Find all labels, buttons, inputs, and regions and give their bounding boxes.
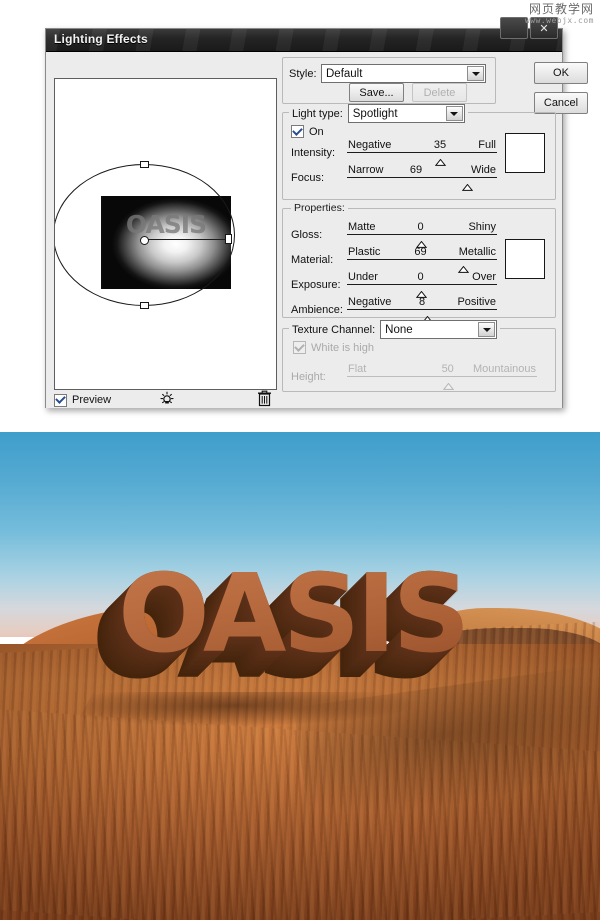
focus-min-label: Narrow: [348, 164, 384, 176]
focus-thumb[interactable]: [461, 178, 474, 196]
height-label: Height:: [291, 371, 326, 383]
gloss-label: Gloss:: [291, 229, 323, 241]
watermark: 网页教学网 www.webjx.com: [525, 2, 594, 26]
delete-style-button: Delete: [412, 83, 467, 102]
white-is-high-checkbox: [293, 341, 306, 354]
style-label: Style:: [289, 67, 317, 80]
intensity-value: 35: [433, 139, 447, 151]
top-handle[interactable]: [140, 161, 149, 168]
light-type-select[interactable]: Spotlight: [347, 104, 465, 123]
height-value: 50: [441, 363, 454, 375]
focus-label: Focus:: [291, 172, 325, 184]
focus-value: 69: [409, 164, 423, 176]
oasis-ground-shadow: [74, 692, 424, 726]
intensity-slider[interactable]: Negative 35 Full: [347, 139, 497, 166]
exposure-slider[interactable]: Under 0 Over: [347, 271, 497, 298]
light-type-value: Spotlight: [352, 107, 398, 120]
material-min-label: Plastic: [348, 246, 381, 258]
trash-icon[interactable]: [257, 390, 272, 412]
ambience-label: Ambience:: [291, 304, 343, 316]
ambience-min-label: Negative: [348, 296, 392, 308]
ambience-value: 8: [418, 296, 426, 308]
style-group: Style: Default Save... Delete: [282, 57, 496, 104]
oasis-3d-text: OASIS OASIS: [74, 560, 470, 726]
focus-track: [347, 177, 497, 178]
dialog-title: Lighting Effects: [54, 32, 148, 46]
right-handle[interactable]: [225, 234, 232, 244]
chevron-down-icon[interactable]: [445, 106, 463, 121]
exposure-max-label: Over: [472, 271, 496, 283]
light-color-swatch[interactable]: [505, 133, 545, 173]
height-min-label: Flat: [348, 363, 367, 375]
gloss-value: 0: [417, 221, 424, 233]
dialog-body: OASIS Preview Style: Default Save... Del…: [46, 52, 588, 408]
material-label: Material:: [291, 254, 334, 266]
gloss-max-label: Shiny: [468, 221, 496, 233]
screenshot-root: 网页教学网 www.webjx.com Lighting Effects ✕ O…: [0, 0, 600, 920]
chevron-down-icon[interactable]: [467, 66, 484, 81]
exposure-value: 0: [417, 271, 424, 283]
chevron-down-icon[interactable]: [478, 322, 496, 337]
light-on-checkbox[interactable]: [291, 125, 304, 138]
style-select-value: Default: [326, 67, 363, 80]
exposure-min-label: Under: [348, 271, 378, 283]
ambience-max-label: Positive: [457, 296, 496, 308]
focus-max-label: Wide: [470, 164, 496, 176]
desert-photo: OASIS OASIS: [0, 432, 600, 920]
ok-button[interactable]: OK: [534, 62, 588, 84]
material-value: 69: [414, 246, 427, 258]
intensity-track: [347, 152, 497, 153]
dialog-titlebar[interactable]: Lighting Effects ✕: [46, 17, 562, 52]
lighting-effects-dialog: Lighting Effects ✕ OASIS Preview Style: …: [45, 17, 588, 408]
light-type-label: Light type:: [292, 107, 343, 120]
center-handle[interactable]: [140, 236, 149, 245]
gloss-min-label: Matte: [348, 221, 376, 233]
oasis-text-front: OASIS: [118, 552, 470, 677]
light-axis-line: [143, 239, 228, 240]
restore-button[interactable]: [500, 17, 528, 39]
material-track: [347, 259, 497, 260]
height-max-label: Mountainous: [473, 363, 536, 375]
material-slider[interactable]: Plastic 69 Metallic: [347, 246, 497, 273]
properties-group: Properties: Gloss: Matte 0 Shiny Materia…: [282, 202, 556, 323]
light-on-label: On: [309, 125, 324, 138]
preview-canvas[interactable]: OASIS: [54, 78, 277, 390]
preview-bottom-bar: Preview: [54, 390, 275, 408]
light-ellipse[interactable]: [55, 164, 235, 306]
gloss-slider[interactable]: Matte 0 Shiny: [347, 221, 497, 248]
intensity-max-label: Full: [478, 139, 496, 151]
intensity-label: Intensity:: [291, 147, 336, 159]
watermark-cn-text: 网页教学网: [528, 2, 594, 16]
preview-label: Preview: [72, 394, 112, 406]
material-max-label: Metallic: [458, 246, 496, 258]
texture-channel-select[interactable]: None: [380, 320, 498, 339]
texture-channel-label: Texture Channel:: [292, 323, 376, 336]
ambience-slider[interactable]: Negative 8 Positive: [347, 296, 497, 323]
properties-label: Properties:: [291, 202, 348, 214]
height-slider: Flat 50 Mountainous: [347, 363, 537, 390]
settings-column: Style: Default Save... Delete OK Cancel: [282, 57, 588, 398]
lightbulb-icon[interactable]: [159, 391, 175, 412]
save-style-button[interactable]: Save...: [349, 83, 404, 102]
style-select[interactable]: Default: [321, 64, 486, 83]
focus-slider[interactable]: Narrow 69 Wide: [347, 164, 497, 191]
texture-channel-group: Texture Channel: None White is high Heig…: [282, 320, 556, 392]
intensity-min-label: Negative: [348, 139, 392, 151]
watermark-url-text: www.webjx.com: [524, 16, 594, 25]
bottom-handle[interactable]: [140, 302, 149, 309]
dialog-actions: OK Cancel: [534, 62, 588, 114]
preview-checkbox[interactable]: [54, 393, 67, 407]
texture-channel-value: None: [385, 323, 413, 336]
white-is-high-label: White is high: [311, 341, 374, 354]
light-type-group: Light type: Spotlight On Intensity: Nega…: [282, 104, 556, 200]
height-thumb: [442, 377, 454, 395]
properties-color-swatch[interactable]: [505, 239, 545, 279]
cancel-button[interactable]: Cancel: [534, 92, 588, 114]
exposure-label: Exposure:: [291, 279, 341, 291]
